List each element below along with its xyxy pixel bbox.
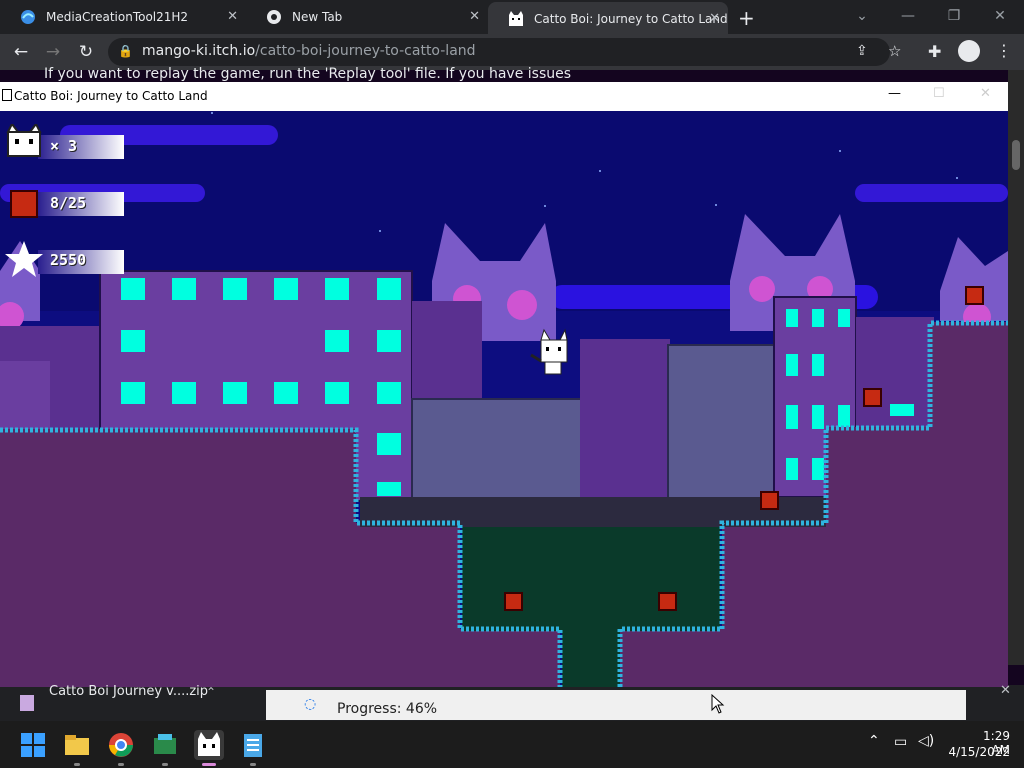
extract-progress-dialog: ◌ Progress: 46% — [266, 690, 966, 720]
star-icon — [5, 241, 43, 277]
tab-search-icon[interactable]: ⌄ — [842, 4, 882, 28]
game-window: Catto Boi: Journey to Catto Land — ☐ ✕ ×… — [0, 82, 1008, 687]
tab-catto-boi[interactable]: Catto Boi: Journey to Catto Land ✕ — [488, 2, 728, 36]
lives-count: × 3 — [50, 137, 78, 155]
running-indicator — [74, 763, 80, 766]
catto-icon — [508, 11, 524, 27]
chevron-up-icon[interactable]: ⌃ — [206, 685, 216, 699]
chevron-up-tray-icon[interactable]: ⌃ — [868, 733, 880, 749]
close-window-button[interactable]: ✕ — [980, 4, 1020, 28]
game-titlebar: Catto Boi: Journey to Catto Land — ☐ ✕ — [0, 82, 1008, 111]
boxes-count: 8/25 — [50, 194, 87, 212]
edge-icon — [20, 9, 36, 25]
network-icon[interactable]: ▭ — [894, 734, 907, 750]
game-app-icon — [2, 89, 12, 101]
running-indicator — [162, 763, 168, 766]
notepad-icon[interactable] — [238, 730, 268, 760]
game-minimize-button[interactable]: — — [888, 86, 901, 101]
reload-button[interactable]: ↻ — [75, 42, 97, 62]
back-button[interactable]: ← — [10, 42, 32, 62]
extensions-icon[interactable]: ✚ — [928, 42, 941, 61]
mouse-pointer-icon — [711, 694, 725, 714]
url-host: mango-ki.itch.io — [142, 43, 256, 59]
restore-button[interactable]: ❐ — [934, 4, 974, 28]
tab-new-tab[interactable]: New Tab ✕ — [246, 0, 488, 34]
progress-label: Progress: 46% — [337, 701, 438, 717]
windows-start-icon[interactable] — [18, 730, 48, 760]
close-tab-icon[interactable]: ✕ — [709, 11, 720, 26]
game-close-button[interactable]: ✕ — [980, 86, 991, 101]
media-tool-icon[interactable] — [150, 730, 180, 760]
windows-taskbar: ⌃ ▭ ◁) 1:29 AM 4/15/2022 — [0, 721, 1024, 768]
menu-kebab-icon[interactable]: ⋮ — [996, 41, 1012, 60]
scrollbar-thumb[interactable] — [1012, 140, 1020, 170]
clock-date[interactable]: 4/15/2022 — [946, 745, 1010, 759]
active-indicator — [202, 763, 216, 766]
address-bar[interactable]: 🔒 mango-ki.itch.io/catto-boi-journey-to-… — [108, 38, 901, 66]
box-icon — [10, 190, 38, 218]
tab-title: New Tab — [292, 10, 343, 24]
browser-tab-strip: MediaCreationTool21H2 ✕ New Tab ✕ Catto … — [0, 0, 1024, 36]
bookmark-star-icon[interactable]: ☆ — [888, 42, 901, 60]
close-shelf-icon[interactable]: ✕ — [1000, 683, 1011, 698]
game-maximize-button[interactable]: ☐ — [933, 86, 945, 101]
game-canvas[interactable] — [0, 111, 1008, 687]
url-path: /catto-boi-journey-to-catto-land — [255, 43, 476, 59]
catto-game-taskbar-icon[interactable] — [194, 730, 224, 760]
tab-title: MediaCreationTool21H2 — [46, 10, 189, 24]
lock-icon[interactable]: 🔒 — [118, 44, 133, 58]
zip-file-icon — [20, 695, 34, 711]
page-instructions-text: If you want to replay the game, run the … — [44, 66, 572, 82]
volume-icon[interactable]: ◁) — [918, 733, 934, 749]
url-text: mango-ki.itch.io/catto-boi-journey-to-ca… — [142, 43, 476, 59]
tab-title: Catto Boi: Journey to Catto Land — [534, 12, 728, 26]
score-count: 2550 — [50, 251, 87, 269]
minimize-button[interactable]: — — [888, 4, 928, 28]
new-tab-button[interactable]: + — [738, 6, 755, 30]
spinner-icon: ◌ — [304, 696, 317, 712]
share-icon[interactable]: ⇪ — [856, 43, 868, 59]
tab-media-creation-tool[interactable]: MediaCreationTool21H2 ✕ — [0, 0, 246, 34]
running-indicator — [118, 763, 124, 766]
browser-toolbar: ← → ↻ 🔒 mango-ki.itch.io/catto-boi-journ… — [0, 34, 1024, 70]
close-tab-icon[interactable]: ✕ — [469, 9, 480, 24]
profile-avatar[interactable] — [958, 40, 980, 62]
game-window-title: Catto Boi: Journey to Catto Land — [14, 89, 208, 103]
close-tab-icon[interactable]: ✕ — [227, 9, 238, 24]
forward-button[interactable]: → — [42, 42, 64, 62]
running-indicator — [250, 763, 256, 766]
file-explorer-icon[interactable] — [62, 730, 92, 760]
chrome-icon — [266, 9, 282, 25]
cat-head-icon — [6, 124, 42, 157]
download-filename[interactable]: Catto Boi Journey v....zip — [49, 685, 208, 699]
page-scrollbar[interactable] — [1008, 70, 1024, 665]
chrome-taskbar-icon[interactable] — [106, 730, 136, 760]
